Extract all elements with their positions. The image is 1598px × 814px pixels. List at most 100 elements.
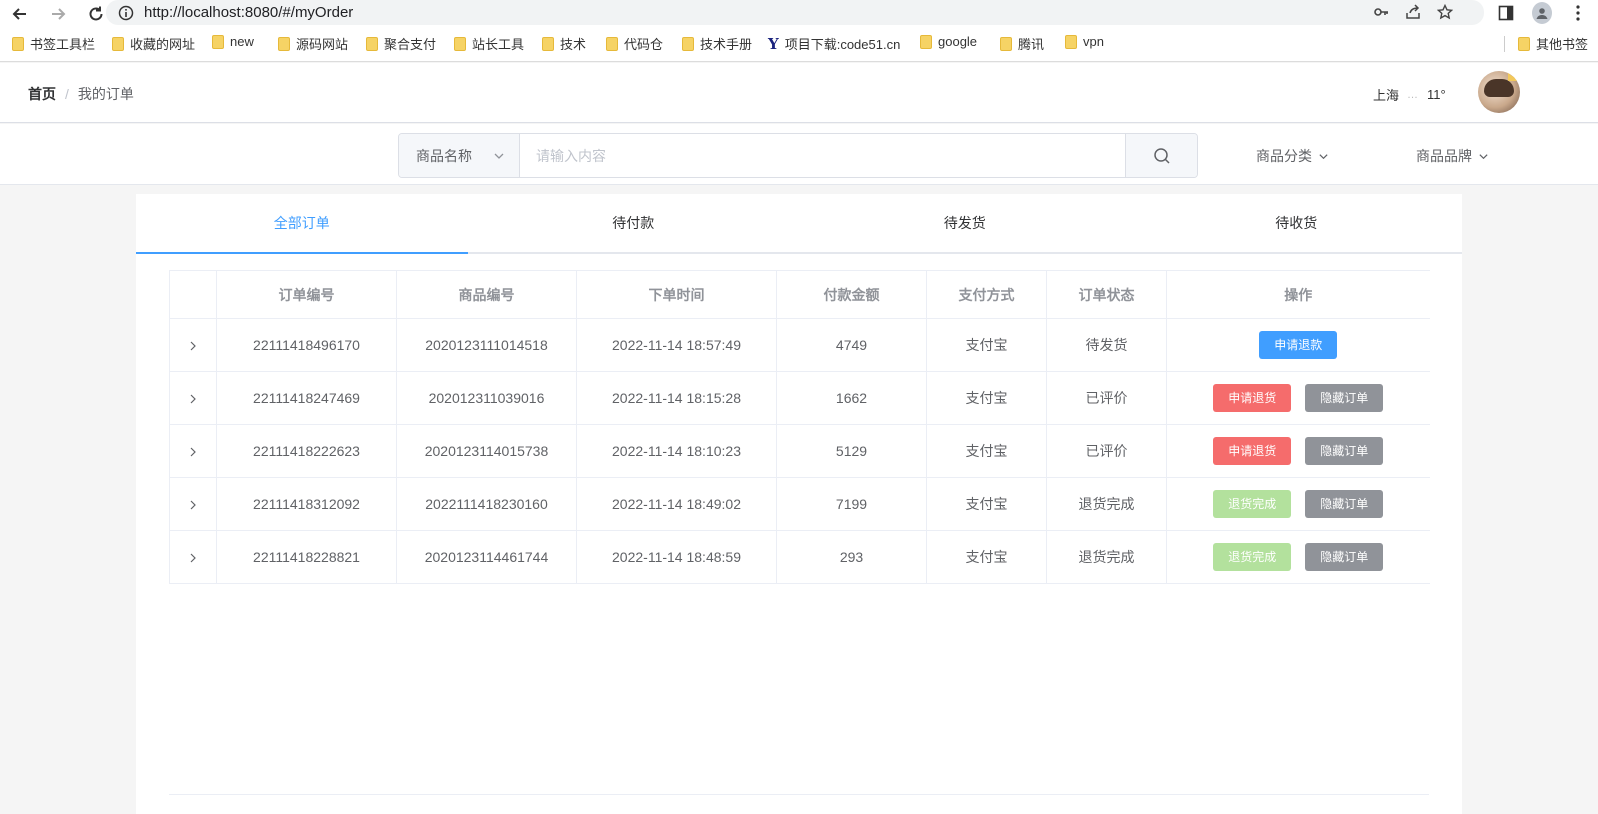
column-header: 下单时间 [576, 270, 777, 319]
folder-icon [1518, 36, 1530, 51]
star-icon[interactable] [1436, 3, 1454, 21]
payment-method: 支付宝 [926, 530, 1047, 584]
nav-buttons [8, 2, 108, 26]
product-number: 202012311039016 [396, 371, 577, 425]
order-number: 22111418496170 [216, 318, 397, 372]
orders-panel: 全部订单 待付款 待发货 待收货 订单编号 商品编号 下单时间 付款金额 支付方… [136, 194, 1462, 814]
chevron-down-icon [1319, 153, 1328, 159]
breadcrumb-home[interactable]: 首页 [28, 84, 56, 104]
divider [169, 794, 1429, 795]
search-input[interactable] [520, 134, 1125, 177]
bookmark-item[interactable]: Y 项目下载:code51.cn [768, 34, 900, 53]
order-status: 退货完成 [1046, 530, 1167, 584]
hide-order-button[interactable]: 隐藏订单 [1305, 490, 1384, 518]
request-refund-button[interactable]: 申请退款 [1259, 331, 1338, 359]
bookmark-item[interactable]: 聚合支付 [366, 34, 436, 53]
omnibox-actions [1372, 3, 1454, 21]
bookmark-item[interactable]: 收藏的网址 [112, 34, 195, 53]
weather-temp: 11° [1427, 87, 1446, 102]
expand-toggle[interactable] [169, 371, 217, 425]
expand-toggle[interactable] [169, 477, 217, 531]
order-time: 2022-11-14 18:57:49 [576, 318, 777, 372]
bookmark-item[interactable]: 书签工具栏 [12, 34, 95, 53]
search-field-select[interactable]: 商品名称 [399, 134, 520, 177]
folder-icon [112, 36, 124, 51]
request-return-button[interactable]: 申请退货 [1213, 384, 1292, 412]
order-amount: 7199 [776, 477, 927, 531]
bookmark-item[interactable]: 腾讯 [1000, 34, 1044, 53]
chevron-right-icon [190, 553, 196, 563]
tab-all-orders[interactable]: 全部订单 [136, 194, 468, 254]
bookmark-item[interactable]: 源码网站 [278, 34, 348, 53]
actions-cell: 退货完成 隐藏订单 [1166, 477, 1430, 531]
bookmark-item[interactable]: google [920, 34, 977, 49]
folder-icon [606, 36, 618, 51]
bookmark-item[interactable]: 其他书签 [1518, 34, 1588, 53]
breadcrumb-current: 我的订单 [77, 86, 134, 102]
avatar[interactable] [1478, 71, 1520, 113]
product-number: 2022111418230160 [396, 477, 577, 531]
site-logo-icon: Y [768, 34, 779, 53]
back-icon[interactable] [8, 2, 32, 26]
order-tabs: 全部订单 待付款 待发货 待收货 [136, 194, 1462, 254]
chevron-down-icon [494, 153, 504, 159]
weather-cloud-icon: … [1407, 88, 1420, 101]
order-amount: 1662 [776, 371, 927, 425]
order-status: 已评价 [1046, 371, 1167, 425]
folder-icon [366, 36, 378, 51]
forward-icon[interactable] [46, 2, 70, 26]
bookmark-item[interactable]: 技术手册 [682, 34, 752, 53]
column-header-expand [169, 270, 217, 319]
bookmark-item[interactable]: 技术 [542, 34, 586, 53]
tab-pending-payment[interactable]: 待付款 [468, 194, 800, 252]
reload-icon[interactable] [84, 2, 108, 26]
table-row: 22111418312092 2022111418230160 2022-11-… [169, 477, 1430, 531]
search-button[interactable] [1125, 134, 1197, 177]
brand-dropdown[interactable]: 商品品牌 [1416, 146, 1489, 166]
folder-icon [920, 34, 932, 49]
folder-icon [212, 34, 224, 49]
share-icon[interactable] [1404, 3, 1422, 21]
side-panel-icon[interactable] [1496, 3, 1516, 23]
expand-toggle[interactable] [169, 424, 217, 478]
bookmark-item[interactable]: vpn [1065, 34, 1104, 49]
column-header: 付款金额 [776, 270, 927, 319]
address-bar[interactable]: http://localhost:8080/#/myOrder [106, 0, 1484, 25]
search-select-value: 商品名称 [416, 147, 472, 164]
column-header: 订单编号 [216, 270, 397, 319]
bookmarks-bar: 书签工具栏 收藏的网址 new 源码网站 聚合支付 站长工具 技术 代码仓 技术… [0, 32, 1598, 56]
product-number: 2020123114015738 [396, 424, 577, 478]
url-text: http://localhost:8080/#/myOrder [144, 4, 354, 21]
profile-icon[interactable] [1532, 1, 1552, 24]
order-status: 退货完成 [1046, 477, 1167, 531]
payment-method: 支付宝 [926, 371, 1047, 425]
order-time: 2022-11-14 18:48:59 [576, 530, 777, 584]
expand-toggle[interactable] [169, 530, 217, 584]
bookmark-item[interactable]: 代码仓 [606, 34, 663, 53]
return-complete-button: 退货完成 [1213, 543, 1292, 571]
hide-order-button[interactable]: 隐藏订单 [1305, 437, 1384, 465]
category-dropdown-label: 商品分类 [1256, 148, 1312, 164]
actions-cell: 申请退货 隐藏订单 [1166, 424, 1430, 478]
tab-pending-shipment[interactable]: 待发货 [799, 194, 1131, 252]
order-status: 已评价 [1046, 424, 1167, 478]
category-dropdown[interactable]: 商品分类 [1256, 146, 1329, 166]
order-amount: 4749 [776, 318, 927, 372]
key-icon[interactable] [1372, 3, 1390, 21]
product-number: 2020123111014518 [396, 318, 577, 372]
info-icon[interactable] [118, 5, 134, 21]
bookmark-item[interactable]: new [212, 34, 254, 49]
hide-order-button[interactable]: 隐藏订单 [1305, 543, 1384, 571]
column-header: 订单状态 [1046, 270, 1167, 319]
request-return-button[interactable]: 申请退货 [1213, 437, 1292, 465]
bookmark-item[interactable]: 站长工具 [454, 34, 524, 53]
browser-chrome: http://localhost:8080/#/myOrder 书签工具栏 收藏… [0, 0, 1598, 62]
expand-toggle[interactable] [169, 318, 217, 372]
search-icon [1153, 147, 1170, 164]
hide-order-button[interactable]: 隐藏订单 [1305, 384, 1384, 412]
chevron-down-icon [1479, 153, 1488, 159]
menu-icon[interactable] [1568, 3, 1588, 23]
actions-cell: 申请退款 [1166, 318, 1430, 372]
table-row: 22111418222623 2020123114015738 2022-11-… [169, 424, 1430, 478]
tab-pending-receipt[interactable]: 待收货 [1131, 194, 1463, 252]
